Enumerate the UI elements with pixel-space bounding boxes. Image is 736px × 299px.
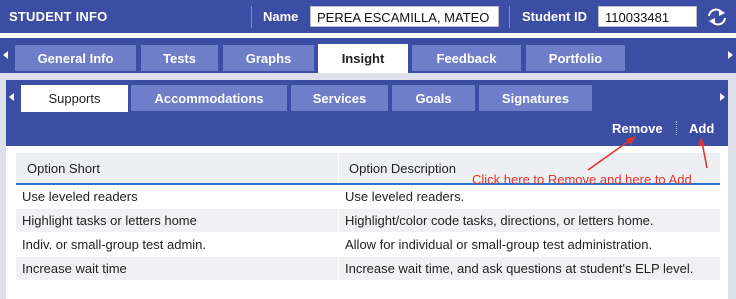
cell-option-short: Use leveled readers [16,184,339,209]
tab-feedback[interactable]: Feedback [412,45,521,71]
tab-tests[interactable]: Tests [141,45,218,71]
subtab-goals[interactable]: Goals [392,85,475,111]
cell-option-short: Increase wait time [16,256,339,281]
cell-option-short: Highlight tasks or letters home [16,208,339,233]
tab-portfolio[interactable]: Portfolio [526,45,625,71]
app-title: STUDENT INFO [9,9,108,24]
table-row[interactable]: Indiv. or small-group test admin. Allow … [16,232,720,257]
action-divider [676,121,678,135]
annotation-text: Click here to Remove and here to Add [472,172,692,187]
top-header-bar: STUDENT INFO Name PEREA ESCAMILLA, MATEO… [0,0,736,33]
table-row[interactable]: Use leveled readers Use leveled readers. [16,184,720,209]
add-button[interactable]: Add [689,121,714,136]
cell-option-description: Increase wait time, and ask questions at… [338,256,720,281]
subtab-signatures[interactable]: Signatures [479,85,592,111]
cell-option-description: Highlight/color code tasks, directions, … [338,208,720,233]
header-divider [251,6,252,28]
cell-option-short: Indiv. or small-group test admin. [16,232,339,257]
table-row[interactable]: Increase wait time Increase wait time, a… [16,256,720,281]
scroll-right-icon[interactable] [720,93,725,101]
scroll-right-icon[interactable] [728,51,733,59]
tab-general-info[interactable]: General Info [15,45,136,71]
name-label: Name [263,9,299,24]
tab-graphs[interactable]: Graphs [223,45,314,71]
student-id-field[interactable]: 110033481 [598,6,697,27]
table-row[interactable]: Highlight tasks or letters home Highligh… [16,208,720,233]
scroll-left-icon[interactable] [3,51,8,59]
name-field[interactable]: PEREA ESCAMILLA, MATEO [310,6,499,27]
remove-button[interactable]: Remove [612,121,663,136]
cell-option-description: Allow for individual or small-group test… [338,232,720,257]
cell-option-description: Use leveled readers. [338,184,720,209]
swap-arrows-icon[interactable] [705,7,729,27]
subtab-services[interactable]: Services [291,85,388,111]
header-divider [509,6,510,28]
sub-tab-bar: Supports Accommodations Services Goals S… [6,80,728,114]
student-id-label: Student ID [522,9,587,24]
main-tab-bar: General Info Tests Graphs Insight Feedba… [0,38,736,73]
subtab-supports[interactable]: Supports [21,85,128,112]
column-header-option-short[interactable]: Option Short [16,153,339,185]
subtab-accommodations[interactable]: Accommodations [131,85,287,111]
scroll-left-icon[interactable] [9,93,14,101]
tab-insight[interactable]: Insight [318,44,408,73]
